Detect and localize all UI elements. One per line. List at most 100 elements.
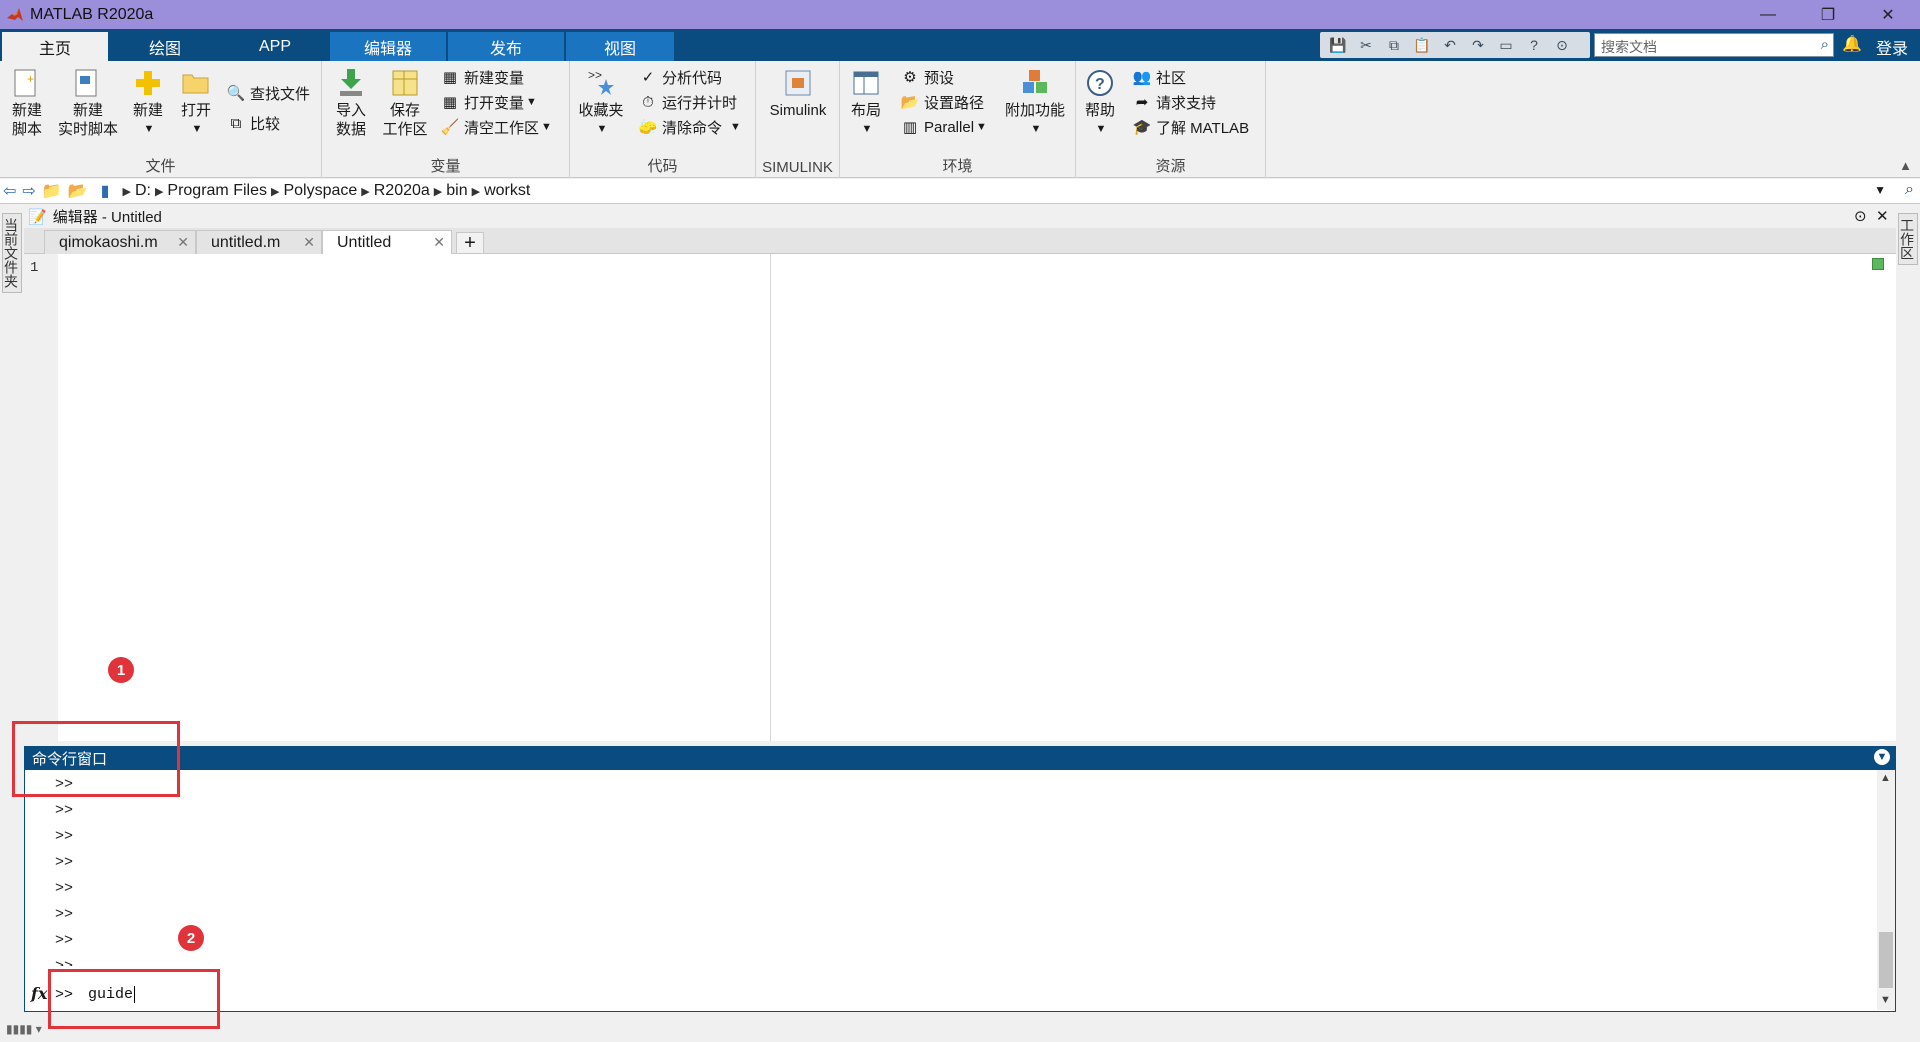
learn-icon: 🎓: [1132, 119, 1152, 136]
close-icon[interactable]: ✕: [433, 234, 445, 251]
annotation-box-guide-command: [48, 969, 220, 1029]
workspace-panel-tab[interactable]: 工作区: [1898, 213, 1918, 265]
help-icon[interactable]: ?: [1523, 34, 1545, 56]
history-prompt: >>: [55, 854, 74, 871]
breadcrumb[interactable]: bin: [446, 182, 467, 200]
breadcrumb[interactable]: D:: [135, 182, 151, 200]
find-files-button[interactable]: 🔍 查找文件: [226, 81, 310, 105]
open-variable-icon: ▦: [442, 94, 458, 111]
breadcrumb[interactable]: Polyspace: [283, 182, 357, 200]
clear-commands-button[interactable]: 🧽 清除命令 ▼: [638, 115, 741, 139]
panel-actions-icon[interactable]: ⊙: [1854, 207, 1867, 225]
notification-bell-icon[interactable]: 🔔: [1842, 34, 1862, 54]
layout-button[interactable]: 布局 ▼: [846, 67, 886, 139]
scroll-down-arrow-icon[interactable]: ▼: [1880, 994, 1891, 1006]
command-window-scrollbar[interactable]: ▲ ▼: [1877, 770, 1895, 1010]
parallel-button[interactable]: ▥ Parallel ▼: [900, 115, 987, 139]
favorites-star-icon: >>: [585, 67, 617, 99]
new-variable-button[interactable]: ▦ 新建变量: [440, 65, 524, 89]
collapse-ribbon-icon[interactable]: ▲: [1899, 158, 1912, 173]
command-window[interactable]: >> >> >> >> >> >> >> >> fx >> guide ▲ ▼: [24, 770, 1896, 1012]
add-tab-button[interactable]: +: [456, 232, 484, 254]
switch-windows-icon[interactable]: ▭: [1495, 34, 1517, 56]
close-icon[interactable]: ✕: [303, 234, 315, 251]
compare-button[interactable]: ⧉ 比较: [226, 111, 280, 135]
group-label: 文件: [145, 158, 176, 175]
addons-button[interactable]: 附加功能 ▼: [1000, 67, 1070, 139]
search-docs-input[interactable]: 搜索文档 ⌕: [1594, 33, 1834, 57]
learn-matlab-button[interactable]: 🎓 了解 MATLAB: [1132, 115, 1249, 139]
group-label: 环境: [942, 158, 973, 175]
browse-folder-icon[interactable]: 📂: [68, 181, 88, 201]
import-data-button[interactable]: 导入 数据: [330, 67, 372, 139]
annotation-box-command-window-title: [12, 721, 180, 797]
tab-plots[interactable]: 绘图: [112, 32, 218, 61]
analyze-code-button[interactable]: ✓ 分析代码: [638, 65, 722, 89]
editor-tab-untitled[interactable]: Untitled ✕: [322, 230, 452, 254]
close-button[interactable]: ✕: [1860, 0, 1916, 29]
editor-tabs: qimokaoshi.m ✕ untitled.m ✕ Untitled ✕ +: [24, 228, 1896, 254]
history-prompt: >>: [55, 828, 74, 845]
gear-icon: ⚙: [903, 69, 917, 86]
up-folder-icon[interactable]: 📁: [42, 181, 62, 201]
breadcrumb[interactable]: workst: [484, 182, 530, 200]
clear-workspace-button[interactable]: 🧹 清空工作区 ▼: [440, 115, 552, 139]
back-arrow-icon[interactable]: ⇦: [3, 181, 16, 201]
tab-publish[interactable]: 发布: [448, 32, 564, 61]
scroll-up-arrow-icon[interactable]: ▲: [1880, 772, 1891, 784]
environment-group: 布局 ▼ ⚙ 预设 📂 设置路径 ▥ Parallel ▼ 附加功能 ▼ 环境: [840, 61, 1076, 178]
editor-tab-qimokaoshi[interactable]: qimokaoshi.m ✕: [44, 230, 196, 254]
breadcrumb[interactable]: R2020a: [374, 182, 430, 200]
community-button[interactable]: 👥 社区: [1132, 65, 1186, 89]
import-data-icon: [335, 67, 367, 99]
chevron-down-icon[interactable]: ▼: [1874, 183, 1886, 197]
copy-icon[interactable]: ⧉: [1383, 34, 1405, 56]
tab-home[interactable]: 主页: [2, 32, 108, 61]
breadcrumb-separator-icon: ▶: [270, 185, 280, 198]
annotation-badge-1: 1: [108, 657, 134, 683]
tab-view[interactable]: 视图: [566, 32, 674, 61]
search-icon[interactable]: ⌕: [1905, 181, 1914, 199]
undo-icon[interactable]: ↶: [1439, 34, 1461, 56]
analyze-code-icon: ✓: [641, 69, 655, 86]
restore-button[interactable]: ❐: [1800, 0, 1856, 29]
chevron-down-icon: ▼: [730, 121, 741, 133]
set-path-button[interactable]: 📂 设置路径: [900, 90, 984, 114]
editor-tab-untitled-m[interactable]: untitled.m ✕: [196, 230, 322, 254]
forward-arrow-icon[interactable]: ⇨: [22, 181, 35, 201]
current-folder-panel-tab[interactable]: 当前文件夹: [2, 213, 22, 293]
run-and-time-button[interactable]: ⏱ 运行并计时: [638, 90, 737, 114]
help-button[interactable]: ? 帮助 ▼: [1080, 67, 1120, 139]
close-icon[interactable]: ✕: [1876, 207, 1889, 225]
customize-icon[interactable]: ⊙: [1551, 34, 1573, 56]
tab-editor[interactable]: 编辑器: [330, 32, 446, 61]
redo-icon[interactable]: ↷: [1467, 34, 1489, 56]
new-live-script-button[interactable]: 新建 实时脚本: [56, 67, 120, 139]
new-button[interactable]: 新建 ▼: [128, 67, 168, 139]
close-icon[interactable]: ✕: [177, 234, 189, 251]
request-support-button[interactable]: ➦ 请求支持: [1132, 90, 1216, 114]
breadcrumb[interactable]: Program Files: [167, 182, 267, 200]
code-text-area[interactable]: [58, 254, 1896, 741]
scrollbar-thumb[interactable]: [1879, 932, 1893, 988]
login-link[interactable]: 登录: [1876, 35, 1908, 59]
panel-actions-icon[interactable]: ▼: [1874, 749, 1890, 765]
cut-icon[interactable]: ✂: [1355, 34, 1377, 56]
minimize-button[interactable]: —: [1740, 0, 1796, 29]
open-variable-button[interactable]: ▦ 打开变量 ▼: [440, 90, 537, 114]
chevron-down-icon: ▼: [143, 123, 155, 135]
preferences-button[interactable]: ⚙ 预设: [900, 65, 954, 89]
new-script-button[interactable]: + 新建 脚本: [6, 67, 48, 139]
clear-commands-icon: 🧽: [638, 119, 658, 136]
paste-icon[interactable]: 📋: [1411, 34, 1433, 56]
tab-apps[interactable]: APP: [222, 32, 328, 61]
code-analyzer-ok-indicator[interactable]: [1872, 258, 1884, 270]
breadcrumb-separator-icon: ▶: [361, 185, 370, 198]
save-workspace-button[interactable]: 保存 工作区: [380, 67, 430, 139]
save-icon[interactable]: 💾: [1327, 34, 1349, 56]
chevron-down-icon: ▼: [596, 123, 608, 135]
function-browser-icon[interactable]: fx: [31, 984, 47, 1003]
favorites-button[interactable]: >> 收藏夹 ▼: [576, 67, 626, 139]
open-button[interactable]: 打开 ▼: [176, 67, 216, 139]
simulink-button[interactable]: Simulink: [762, 67, 834, 120]
